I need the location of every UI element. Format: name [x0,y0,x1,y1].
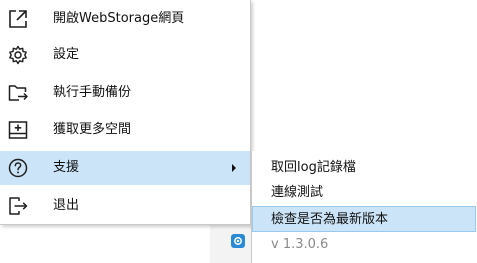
menu-item-manual-backup[interactable]: 執行手動備份 [0,76,250,110]
menu-item-settings[interactable]: 設定 [0,38,250,72]
menu-item-label: 退出 [53,198,80,213]
submenu-item-label: 連線測試 [271,185,324,200]
main-context-menu: 開啟WebStorage網頁 設定 執行手動備份 獲取更多空間 支援 退出 [0,0,251,225]
version-label: v 1.3.0.6 [271,237,329,252]
menu-item-label: 支援 [53,160,80,175]
folder-backup-icon [7,82,29,104]
menu-item-open-webstorage[interactable]: 開啟WebStorage網頁 [0,2,250,36]
open-external-icon [7,8,29,30]
menu-item-support[interactable]: 支援 [0,151,250,185]
submenu-arrow-icon [232,164,236,172]
submenu-item-connection-test[interactable]: 連線測試 [252,180,476,206]
gear-icon [7,44,29,66]
webstorage-tray-icon[interactable] [231,234,245,248]
submenu-item-version: v 1.3.0.6 [252,232,476,258]
help-circle-icon [7,157,29,179]
submenu-item-label: 取回log記錄檔 [271,160,356,175]
menu-item-exit[interactable]: 退出 [0,189,250,223]
support-submenu: 取回log記錄檔 連線測試 檢查是否為最新版本 v 1.3.0.6 [251,151,477,263]
context-menu-stage: 開啟WebStorage網頁 設定 執行手動備份 獲取更多空間 支援 退出 取回… [0,0,477,263]
menu-item-label: 獲取更多空間 [53,122,132,137]
menu-item-get-more-space[interactable]: 獲取更多空間 [0,113,250,147]
submenu-item-retrieve-log[interactable]: 取回log記錄檔 [252,155,476,181]
menu-item-label: 開啟WebStorage網頁 [53,11,185,26]
menu-item-label: 設定 [53,47,80,62]
exit-icon [7,195,29,217]
submenu-item-check-update[interactable]: 檢查是否為最新版本 [252,206,476,232]
storage-add-icon [7,119,29,141]
menu-item-label: 執行手動備份 [53,85,132,100]
submenu-item-label: 檢查是否為最新版本 [271,212,389,227]
